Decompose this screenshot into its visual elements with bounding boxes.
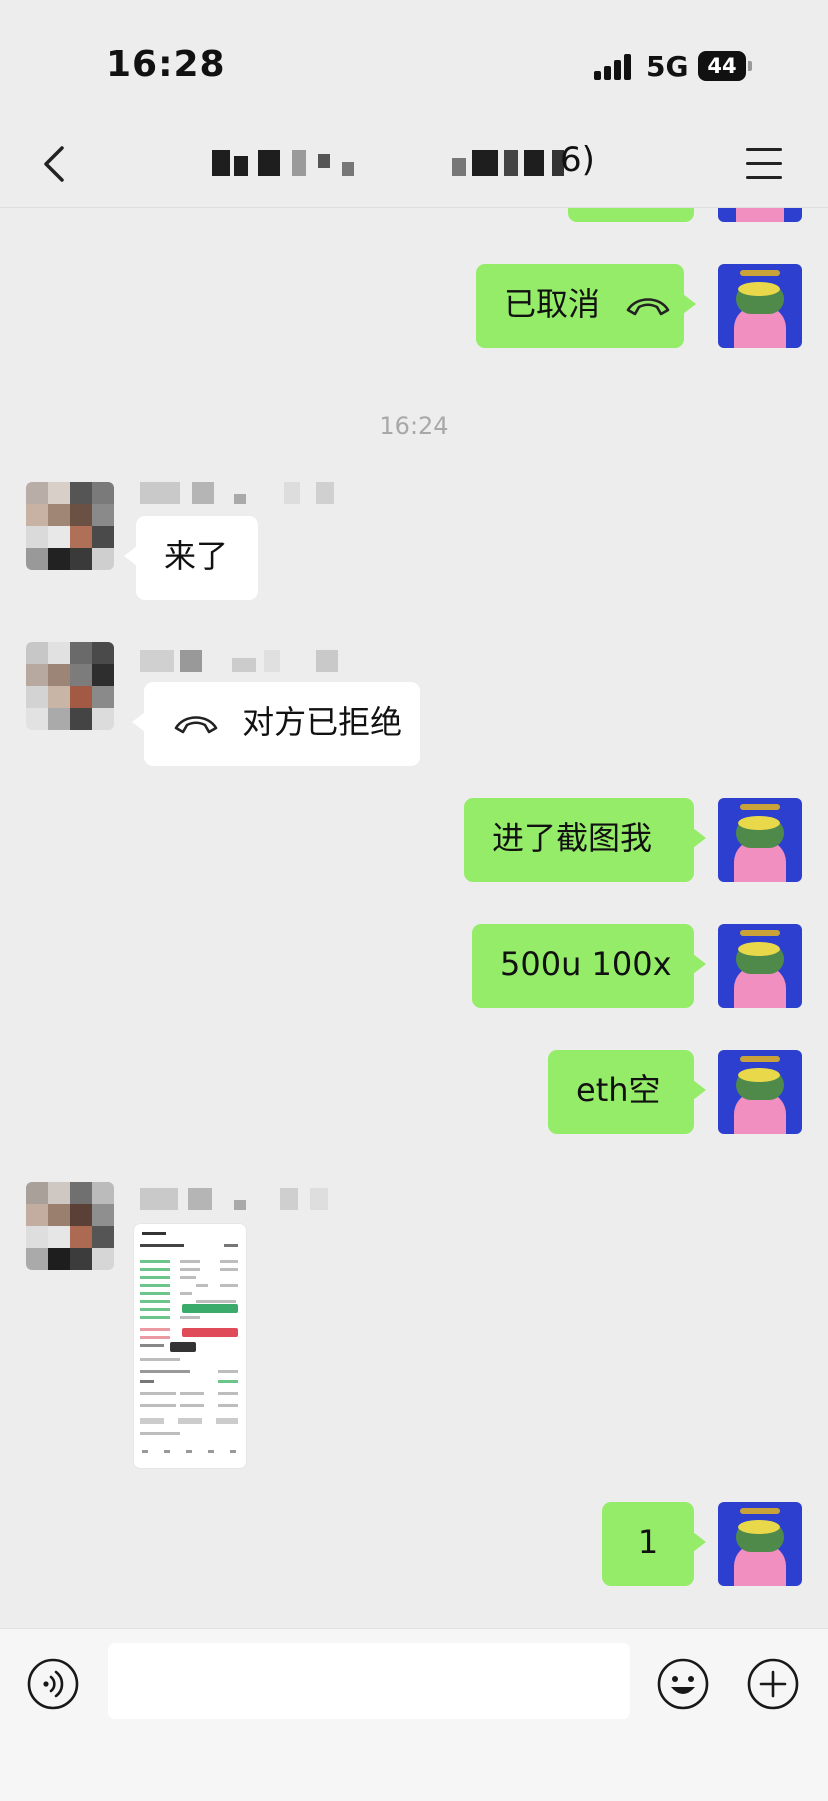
voice-icon: [27, 1658, 79, 1710]
message-bubble[interactable]: 来了: [124, 516, 258, 600]
message-row: [0, 1180, 828, 1480]
chevron-left-icon: [44, 146, 64, 182]
message-text: 进了截图我: [492, 819, 653, 857]
message-row: eth空: [0, 1050, 828, 1140]
message-bubble[interactable]: eth空: [548, 1050, 706, 1134]
signal-icon: [594, 54, 634, 80]
status-bar: 16:28 5G 44: [0, 0, 828, 120]
sender-name-redacted: [140, 650, 380, 672]
back-button[interactable]: [24, 134, 84, 194]
call-declined-bubble[interactable]: 对方已拒绝: [132, 682, 420, 766]
message-bubble[interactable]: 1: [602, 1502, 706, 1586]
image-message-thumbnail[interactable]: [134, 1224, 246, 1468]
message-text: 1: [637, 1523, 659, 1561]
sender-name-redacted: [140, 1188, 380, 1210]
plus-icon: [747, 1658, 799, 1710]
input-bar: [0, 1628, 828, 1801]
my-avatar[interactable]: [718, 798, 802, 882]
voice-button[interactable]: [26, 1657, 80, 1711]
contact-avatar[interactable]: [26, 482, 114, 570]
nav-bar: 6): [0, 120, 828, 208]
message-bubble[interactable]: 500u 100x: [472, 924, 706, 1008]
network-label: 5G: [646, 50, 689, 83]
chat-title-redacted: [200, 142, 620, 186]
phone-hangup-icon: [626, 298, 670, 316]
message-text: 已取消: [504, 285, 601, 323]
chat-screen: 16:28 5G 44 6) 已取消 16:24 来了 对方已拒绝 进了截图我 …: [0, 0, 828, 1801]
battery-icon: 44: [698, 51, 752, 81]
message-bubble[interactable]: 进了截图我: [464, 798, 706, 882]
emoji-button[interactable]: [656, 1657, 710, 1711]
plus-button[interactable]: [746, 1657, 800, 1711]
message-row: 进了截图我: [0, 798, 828, 888]
message-row: 已取消: [0, 264, 828, 354]
message-text: 500u 100x: [500, 945, 672, 983]
my-avatar[interactable]: [718, 264, 802, 348]
phone-hangup-icon: [174, 716, 218, 734]
message-row: 1: [0, 1502, 828, 1592]
contact-avatar[interactable]: [26, 1182, 114, 1270]
my-avatar[interactable]: [718, 1050, 802, 1134]
message-row: [0, 208, 828, 224]
battery-level: 44: [707, 54, 737, 78]
chat-title-suffix: 6): [560, 140, 595, 180]
my-avatar[interactable]: [718, 1502, 802, 1586]
call-cancelled-bubble[interactable]: 已取消: [476, 264, 696, 348]
message-row: 来了: [0, 472, 828, 602]
message-text: 对方已拒绝: [242, 703, 403, 741]
message-row: 对方已拒绝: [0, 638, 828, 768]
message-input[interactable]: [108, 1643, 630, 1719]
message-list[interactable]: 已取消 16:24 来了 对方已拒绝 进了截图我 500u 100x eth空 …: [0, 208, 828, 1628]
my-avatar[interactable]: [718, 924, 802, 1008]
sender-name-redacted: [140, 482, 380, 504]
message-row: 500u 100x: [0, 924, 828, 1014]
status-time: 16:28: [106, 44, 226, 85]
emoji-icon: [657, 1658, 709, 1710]
message-text: eth空: [576, 1071, 661, 1109]
menu-button[interactable]: [740, 140, 790, 186]
contact-avatar[interactable]: [26, 642, 114, 730]
message-text: 来了: [164, 537, 229, 575]
timestamp: 16:24: [379, 412, 449, 440]
